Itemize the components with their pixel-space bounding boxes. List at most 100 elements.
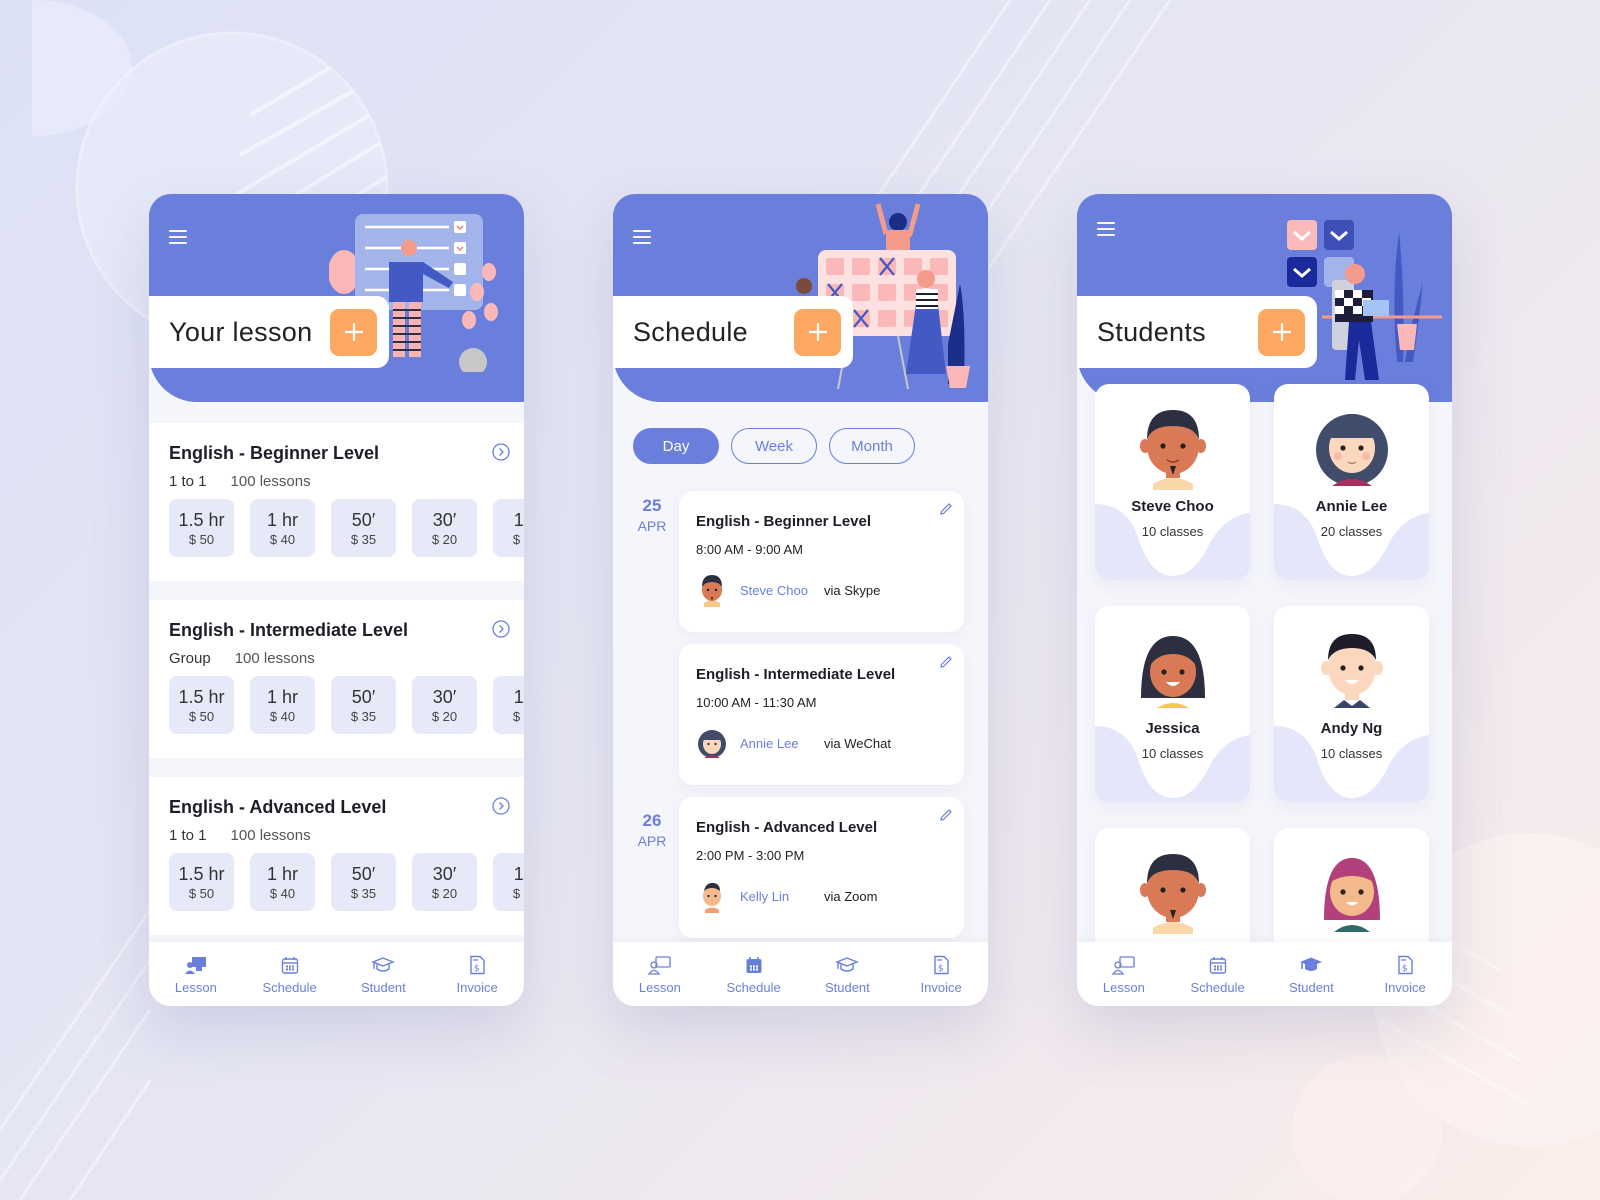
student-avatar-annie <box>1316 414 1388 486</box>
nav-student[interactable]: Student <box>343 955 423 1006</box>
chevron-right-circle-icon[interactable] <box>492 443 510 461</box>
menu-icon[interactable] <box>633 230 651 244</box>
chevron-right-circle-icon[interactable] <box>492 797 510 815</box>
price-option[interactable]: 50′ $ 35 <box>331 499 396 557</box>
price-label: $ 20 <box>431 709 458 724</box>
lesson-title: English - Intermediate Level <box>169 620 409 640</box>
price-option[interactable]: 30′ $ 20 <box>412 853 477 911</box>
menu-icon[interactable] <box>1097 222 1115 236</box>
lesson-list: English - Beginner Level 1 to 1 100 lesso… <box>149 423 524 954</box>
duration-label: 1 hr <box>266 510 299 530</box>
duration-label: 30′ <box>432 510 457 530</box>
price-option[interactable]: 30′ $ 20 <box>412 499 477 557</box>
nav-invoice[interactable]: $ Invoice <box>901 955 981 1006</box>
chevron-right-circle-icon[interactable] <box>492 620 510 638</box>
nav-label: Schedule <box>1190 980 1245 995</box>
price-option[interactable]: 15′ $ 10 <box>493 676 524 734</box>
duration-label: 1.5 hr <box>178 687 225 707</box>
lesson-type: 1 to 1 <box>169 473 207 490</box>
lesson-card[interactable]: English - Intermediate Level Group 100 le… <box>149 600 524 758</box>
date-month: APR <box>637 833 667 849</box>
event-time: 2:00 PM - 3:00 PM <box>696 848 805 863</box>
lesson-title: English - Advanced Level <box>169 797 387 817</box>
student-avatar <box>1324 858 1380 932</box>
student-class-count: 10 classes <box>1320 746 1383 761</box>
page-title: Your lesson <box>169 316 313 347</box>
edit-pencil-icon[interactable] <box>938 654 954 670</box>
price-label: $ 35 <box>350 532 377 547</box>
date-group-label: 26 APR <box>633 811 671 849</box>
student-avatar-kelly <box>703 882 721 913</box>
nav-student[interactable]: Student <box>1271 955 1351 1006</box>
event-card[interactable]: English - Intermediate Level 10:00 AM - … <box>679 644 964 785</box>
student-name-link[interactable]: Steve Choo <box>740 583 824 598</box>
nav-schedule[interactable]: Schedule <box>250 955 330 1006</box>
price-option[interactable]: 50′ $ 35 <box>331 676 396 734</box>
nav-schedule[interactable]: Schedule <box>714 955 794 1006</box>
price-label: $ 40 <box>269 709 296 724</box>
lesson-card[interactable]: English - Advanced Level 1 to 1 100 lesso… <box>149 777 524 935</box>
nav-schedule[interactable]: Schedule <box>1178 955 1258 1006</box>
schedule-screen: Schedule Day Week Month 25 APR 26 APR En… <box>613 194 988 1006</box>
edit-pencil-icon[interactable] <box>938 501 954 517</box>
add-student-button[interactable] <box>1258 308 1305 356</box>
price-option[interactable]: 15′ $ 10 <box>493 853 524 911</box>
nav-lesson[interactable]: Lesson <box>156 955 236 1006</box>
nav-label: Student <box>360 980 406 995</box>
student-card[interactable]: Jessica 10 classes <box>1095 606 1250 802</box>
title-card: Schedule <box>613 296 853 368</box>
price-option[interactable]: 30′ $ 20 <box>412 676 477 734</box>
duration-label: 30′ <box>432 687 457 707</box>
price-option[interactable]: 50′ $ 35 <box>331 853 396 911</box>
bottom-nav: Lesson Schedule Student $ Invoice <box>1077 942 1452 1006</box>
duration-label: 15′ <box>513 864 524 884</box>
nav-lesson[interactable]: Lesson <box>620 955 700 1006</box>
price-option[interactable]: 1 hr $ 40 <box>250 676 315 734</box>
student-avatar <box>1140 854 1206 934</box>
price-option[interactable]: 1.5 hr $ 50 <box>169 676 234 734</box>
price-option[interactable]: 1 hr $ 40 <box>250 853 315 911</box>
menu-icon[interactable] <box>169 230 187 244</box>
student-card[interactable]: Andy Ng 10 classes <box>1274 606 1429 802</box>
price-option[interactable]: 15′ $ 10 <box>493 499 524 557</box>
event-title: English - Intermediate Level <box>696 666 896 683</box>
event-title: English - Advanced Level <box>696 819 878 836</box>
student-class-count: 10 classes <box>1141 746 1204 761</box>
add-schedule-button[interactable] <box>794 308 841 356</box>
lesson-count: 100 lessons <box>230 473 311 490</box>
event-card[interactable]: English - Advanced Level 2:00 PM - 3:00 … <box>679 797 964 938</box>
nav-invoice[interactable]: $ Invoice <box>437 955 517 1006</box>
event-time: 10:00 AM - 11:30 AM <box>696 695 817 710</box>
event-card[interactable]: English - Beginner Level 8:00 AM - 9:00 … <box>679 491 964 632</box>
nav-lesson[interactable]: Lesson <box>1084 955 1164 1006</box>
student-card[interactable]: Steve Choo 10 classes <box>1095 384 1250 580</box>
event-time: 8:00 AM - 9:00 AM <box>696 542 803 557</box>
date-day: 26 <box>642 811 662 830</box>
duration-label: 30′ <box>432 864 457 884</box>
svg-text:$: $ <box>474 964 480 974</box>
student-name-link[interactable]: Annie Lee <box>740 736 824 751</box>
student-card[interactable]: Annie Lee 20 classes <box>1274 384 1429 580</box>
lesson-card[interactable]: English - Beginner Level 1 to 1 100 lesso… <box>149 423 524 581</box>
price-option[interactable]: 1.5 hr $ 50 <box>169 853 234 911</box>
price-option[interactable]: 1 hr $ 40 <box>250 499 315 557</box>
student-class-count: 20 classes <box>1320 524 1383 539</box>
nav-label: Schedule <box>262 980 317 995</box>
lesson-board-icon <box>1111 956 1135 975</box>
svg-text:$: $ <box>1402 964 1408 974</box>
edit-pencil-icon[interactable] <box>938 807 954 823</box>
nav-student[interactable]: Student <box>807 955 887 1006</box>
tab-month[interactable]: Month <box>829 428 915 464</box>
student-name: Jessica <box>1145 720 1200 737</box>
nav-invoice[interactable]: $ Invoice <box>1365 955 1445 1006</box>
price-label: $ 50 <box>188 886 215 901</box>
tab-day[interactable]: Day <box>633 428 719 464</box>
lesson-board-icon <box>184 957 206 974</box>
student-name-link[interactable]: Kelly Lin <box>740 889 824 904</box>
student-class-count: 10 classes <box>1141 524 1204 539</box>
event-platform: via Zoom <box>824 888 878 904</box>
bottom-nav: Lesson Schedule Student $ Invoice <box>149 942 524 1006</box>
tab-week[interactable]: Week <box>731 428 817 464</box>
price-option[interactable]: 1.5 hr $ 50 <box>169 499 234 557</box>
add-lesson-button[interactable] <box>330 308 377 356</box>
